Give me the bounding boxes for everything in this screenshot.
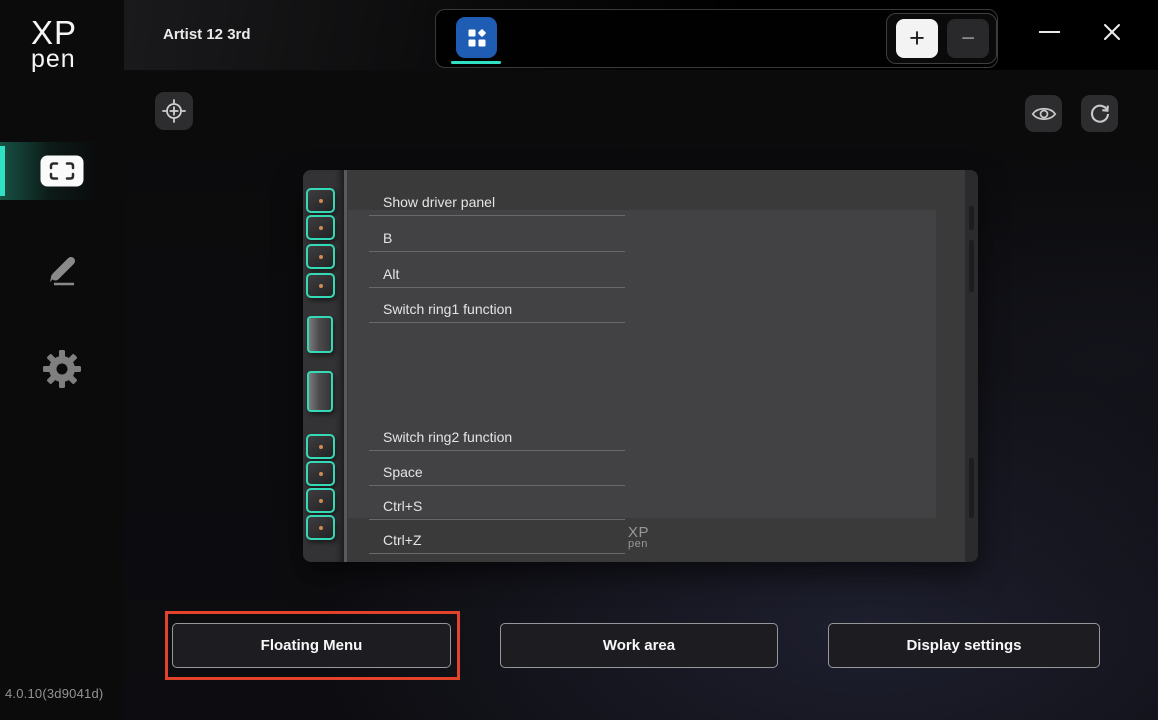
key-led-dot (318, 525, 323, 530)
roller-2[interactable] (307, 371, 333, 412)
window-minimize-button[interactable] (1036, 18, 1062, 46)
active-tab-underline (451, 61, 501, 64)
floating-menu-button[interactable]: Floating Menu (172, 623, 451, 668)
shortcut-label: Show driver panel (383, 194, 496, 210)
express-key-2[interactable] (306, 215, 335, 240)
shortcut-label: B (383, 230, 393, 246)
shortcut-label: Switch ring1 function (383, 301, 513, 317)
shortcut-label: Ctrl+Z (383, 532, 422, 548)
sidebar-item-work-area[interactable] (0, 142, 124, 200)
titlebar: Artist 12 3rd + − (124, 0, 1158, 71)
remove-device-button[interactable]: − (947, 19, 989, 58)
device-title: Artist 12 3rd (163, 26, 251, 43)
shortcut-row[interactable]: Alt (369, 266, 625, 288)
shortcut-row[interactable]: Ctrl+Z (369, 532, 625, 554)
gear-icon (41, 348, 83, 390)
device-grid-icon (465, 26, 489, 50)
minimize-icon (1038, 31, 1060, 33)
main-content: Show driver panel B Alt Switch ring1 fun… (124, 71, 1158, 720)
key-led-dot (318, 198, 323, 203)
refresh-icon (1088, 102, 1112, 126)
pen-icon (43, 251, 81, 289)
key-led-dot (318, 444, 323, 449)
tab-device-active[interactable] (456, 17, 497, 58)
eye-icon (1031, 104, 1057, 124)
express-key-5[interactable] (306, 434, 335, 459)
add-device-button[interactable]: + (896, 19, 938, 58)
close-icon (1102, 22, 1122, 42)
shortcut-label: Alt (383, 266, 400, 282)
express-key-3[interactable] (306, 244, 335, 269)
key-led-dot (318, 225, 323, 230)
express-key-4[interactable] (306, 273, 335, 298)
key-led-dot (318, 283, 323, 288)
shortcut-row[interactable]: Ctrl+S (369, 498, 625, 520)
shortcut-row[interactable]: Switch ring2 function (369, 429, 625, 451)
express-key-8[interactable] (306, 515, 335, 540)
locate-tablet-button[interactable] (155, 92, 193, 130)
refresh-button[interactable] (1081, 95, 1118, 132)
shortcut-label: Ctrl+S (383, 498, 423, 514)
preview-shortcuts-button[interactable] (1025, 95, 1062, 132)
window-close-button[interactable] (1099, 18, 1125, 46)
tab-actions-group: + − (886, 13, 997, 64)
shortcut-row[interactable]: B (369, 230, 625, 252)
shortcut-row[interactable]: Show driver panel (369, 194, 625, 216)
sidebar-item-settings[interactable] (0, 336, 124, 402)
express-key-7[interactable] (306, 488, 335, 513)
work-area-icon (40, 155, 84, 187)
express-key-1[interactable] (306, 188, 335, 213)
display-settings-button[interactable]: Display settings (828, 623, 1100, 668)
shortcut-label: Space (383, 464, 423, 480)
xppen-logo-bottom: pen (31, 45, 76, 73)
key-led-dot (318, 498, 323, 503)
tablet-illustration: Show driver panel B Alt Switch ring1 fun… (303, 170, 978, 562)
driver-version: 4.0.10(3d9041d) (5, 686, 104, 701)
active-accent-bar (0, 146, 5, 196)
key-led-dot (318, 254, 323, 259)
app-window: XP pen 4.0.10(3d9041d) Artist 12 3rd + −… (0, 0, 1158, 720)
tablet-right-bezel (965, 170, 978, 562)
sidebar: XP pen 4.0.10(3d9041d) (0, 0, 124, 720)
device-tabbar: + − (435, 9, 998, 68)
shortcut-row[interactable]: Switch ring1 function (369, 301, 625, 323)
shortcut-row[interactable]: Space (369, 464, 625, 486)
sidebar-item-pen-settings[interactable] (0, 238, 124, 302)
key-led-dot (318, 471, 323, 476)
roller-1[interactable] (307, 316, 333, 353)
shortcut-label: Switch ring2 function (383, 429, 513, 445)
express-key-6[interactable] (306, 461, 335, 486)
crosshair-icon (161, 98, 187, 124)
work-area-button[interactable]: Work area (500, 623, 778, 668)
xppen-logo: XP pen (31, 16, 77, 72)
device-xppen-logo: XP pen (628, 524, 650, 550)
